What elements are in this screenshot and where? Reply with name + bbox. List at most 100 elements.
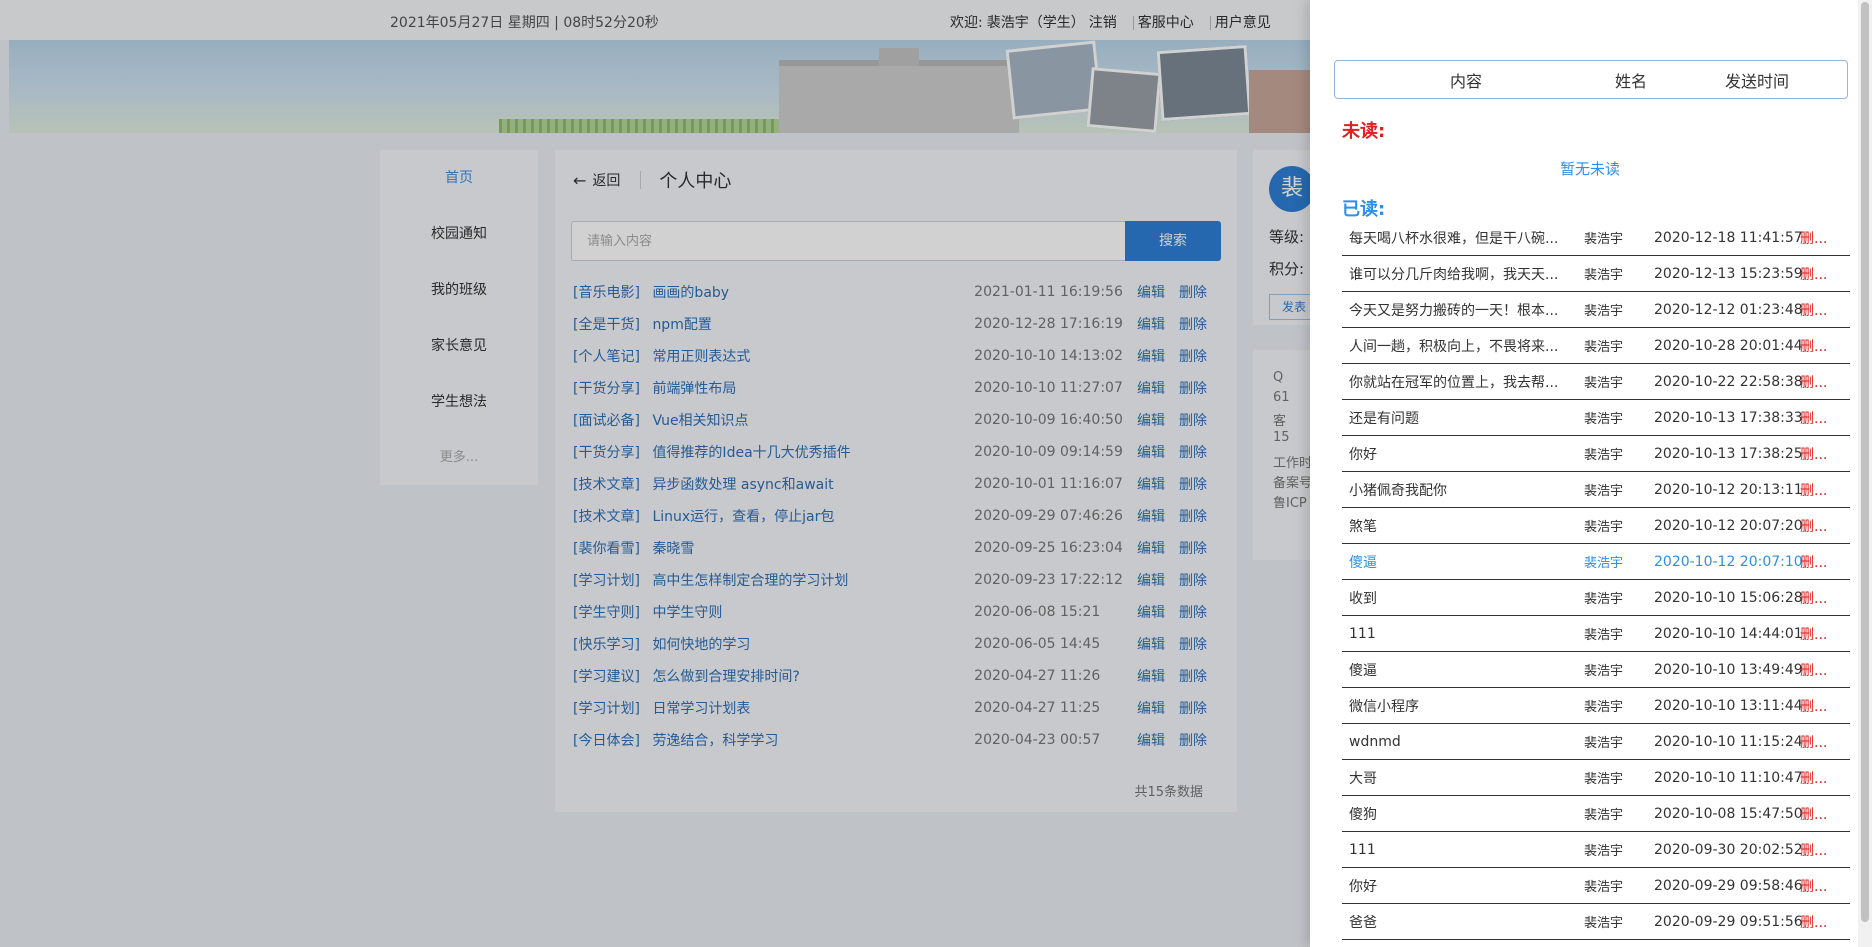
message-sender: 裴浩宇 [1584, 520, 1624, 535]
message-time: 2020-10-22 22:58:38 [1654, 373, 1803, 390]
delete-message-link[interactable]: 删... [1800, 660, 1840, 680]
message-row[interactable]: 傻逼 裴浩宇 2020-10-12 20:07:10 删... [1342, 544, 1850, 580]
message-list: 每天喝八杯水很难，但是干八碗... 裴浩宇 2020-12-18 11:41:57 删… [1342, 220, 1850, 940]
message-row[interactable]: 傻逼 裴浩宇 2020-10-10 13:49:49 删... [1342, 652, 1850, 688]
delete-message-link[interactable]: 删... [1800, 444, 1840, 464]
message-row[interactable]: 今天又是努力搬砖的一天！根本... 裴浩宇 2020-12-12 01:23:48 删… [1342, 292, 1850, 328]
message-content: 微信小程序 [1349, 698, 1419, 715]
message-sender: 裴浩宇 [1584, 376, 1624, 391]
message-row[interactable]: 谁可以分几斤肉给我啊，我天天... 裴浩宇 2020-12-13 15:23:59 删… [1342, 256, 1850, 292]
message-sender: 裴浩宇 [1584, 664, 1624, 679]
message-row[interactable]: 小猪佩奇我配你 裴浩宇 2020-10-12 20:13:11 删... [1342, 472, 1850, 508]
delete-message-link[interactable]: 删... [1800, 588, 1840, 608]
message-sender: 裴浩宇 [1584, 916, 1624, 931]
message-content: 你好 [1349, 446, 1377, 463]
column-content: 内容 [1450, 71, 1483, 91]
message-row[interactable]: 你就站在冠军的位置上，我去帮... 裴浩宇 2020-10-22 22:58:38 删… [1342, 364, 1850, 400]
message-sender: 裴浩宇 [1584, 700, 1624, 715]
message-row[interactable]: 人间一趟，积极向上，不畏将来... 裴浩宇 2020-10-28 20:01:44 删… [1342, 328, 1850, 364]
scrollbar-thumb[interactable] [1861, 2, 1869, 922]
message-time: 2020-10-12 20:07:20 [1654, 517, 1803, 534]
column-time: 发送时间 [1725, 71, 1790, 91]
column-name: 姓名 [1615, 71, 1648, 91]
delete-message-link[interactable]: 删... [1800, 768, 1840, 788]
message-content: 小猪佩奇我配你 [1349, 482, 1447, 499]
message-content: 111 [1349, 625, 1376, 642]
delete-message-link[interactable]: 删... [1800, 732, 1840, 752]
scrollbar[interactable] [1858, 0, 1872, 947]
message-row[interactable]: 收到 裴浩宇 2020-10-10 15:06:28 删... [1342, 580, 1850, 616]
message-content: 今天又是努力搬砖的一天！根本... [1349, 302, 1559, 319]
message-time: 2020-12-18 11:41:57 [1654, 229, 1803, 246]
message-row[interactable]: 爸爸 裴浩宇 2020-09-29 09:51:56 删... [1342, 904, 1850, 940]
message-time: 2020-10-10 13:49:49 [1654, 661, 1803, 678]
unread-label: 未读: [1342, 121, 1386, 142]
message-content: wdnmd [1349, 733, 1401, 750]
message-time: 2020-10-13 17:38:25 [1654, 445, 1803, 462]
message-row[interactable]: wdnmd 裴浩宇 2020-10-10 11:15:24 删... [1342, 724, 1850, 760]
delete-message-link[interactable]: 删... [1800, 264, 1840, 284]
message-content: 每天喝八杯水很难，但是干八碗... [1349, 230, 1559, 247]
message-row[interactable]: 煞笔 裴浩宇 2020-10-12 20:07:20 删... [1342, 508, 1850, 544]
message-time: 2020-09-30 20:02:52 [1654, 841, 1803, 858]
message-row[interactable]: 还是有问题 裴浩宇 2020-10-13 17:38:33 删... [1342, 400, 1850, 436]
message-content: 人间一趟，积极向上，不畏将来... [1349, 338, 1559, 355]
message-time: 2020-10-10 14:44:01 [1654, 625, 1803, 642]
message-row[interactable]: 你好 裴浩宇 2020-09-29 09:58:46 删... [1342, 868, 1850, 904]
message-sender: 裴浩宇 [1584, 268, 1624, 283]
message-content: 爸爸 [1349, 914, 1377, 931]
message-time: 2020-10-08 15:47:50 [1654, 805, 1803, 822]
message-sender: 裴浩宇 [1584, 484, 1624, 499]
delete-message-link[interactable]: 删... [1800, 300, 1840, 320]
delete-message-link[interactable]: 删... [1800, 408, 1840, 428]
message-time: 2020-10-10 15:06:28 [1654, 589, 1803, 606]
message-time: 2020-10-10 11:10:47 [1654, 769, 1803, 786]
message-sender: 裴浩宇 [1584, 412, 1624, 427]
delete-message-link[interactable]: 删... [1800, 228, 1840, 248]
message-row[interactable]: 111 裴浩宇 2020-09-30 20:02:52 删... [1342, 832, 1850, 868]
delete-message-link[interactable]: 删... [1800, 516, 1840, 536]
message-content: 傻逼 [1349, 662, 1377, 679]
message-row[interactable]: 傻狗 裴浩宇 2020-10-08 15:47:50 删... [1342, 796, 1850, 832]
message-row[interactable]: 大哥 裴浩宇 2020-10-10 11:10:47 删... [1342, 760, 1850, 796]
message-row[interactable]: 111 裴浩宇 2020-10-10 14:44:01 删... [1342, 616, 1850, 652]
table-header: 内容 姓名 发送时间 [1334, 60, 1848, 99]
delete-message-link[interactable]: 删... [1800, 804, 1840, 824]
message-sender: 裴浩宇 [1584, 340, 1624, 355]
delete-message-link[interactable]: 删... [1800, 480, 1840, 500]
delete-message-link[interactable]: 删... [1800, 624, 1840, 644]
message-sender: 裴浩宇 [1584, 628, 1624, 643]
message-row[interactable]: 你好 裴浩宇 2020-10-13 17:38:25 删... [1342, 436, 1850, 472]
delete-message-link[interactable]: 删... [1800, 912, 1840, 932]
delete-message-link[interactable]: 删... [1800, 876, 1840, 896]
message-content: 谁可以分几斤肉给我啊，我天天... [1349, 266, 1559, 283]
message-sender: 裴浩宇 [1584, 844, 1624, 859]
message-content: 傻逼 [1349, 554, 1377, 571]
delete-message-link[interactable]: 删... [1800, 336, 1840, 356]
message-time: 2020-10-12 20:07:10 [1654, 553, 1803, 570]
message-time: 2020-09-29 09:58:46 [1654, 877, 1803, 894]
no-unread-text: 暂无未读 [1560, 160, 1621, 178]
message-row[interactable]: 微信小程序 裴浩宇 2020-10-10 13:11:44 删... [1342, 688, 1850, 724]
message-sender: 裴浩宇 [1584, 556, 1624, 571]
message-time: 2020-10-10 11:15:24 [1654, 733, 1803, 750]
message-sender: 裴浩宇 [1584, 808, 1624, 823]
delete-message-link[interactable]: 删... [1800, 840, 1840, 860]
read-label: 已读: [1342, 199, 1386, 220]
delete-message-link[interactable]: 删... [1800, 552, 1840, 572]
message-sender: 裴浩宇 [1584, 304, 1624, 319]
message-row[interactable]: 每天喝八杯水很难，但是干八碗... 裴浩宇 2020-12-18 11:41:57 删… [1342, 220, 1850, 256]
message-time: 2020-12-13 15:23:59 [1654, 265, 1803, 282]
message-sender: 裴浩宇 [1584, 232, 1624, 247]
message-sender: 裴浩宇 [1584, 592, 1624, 607]
message-content: 收到 [1349, 590, 1377, 607]
message-content: 还是有问题 [1349, 410, 1419, 427]
message-sender: 裴浩宇 [1584, 772, 1624, 787]
message-content: 你就站在冠军的位置上，我去帮... [1349, 374, 1559, 391]
message-sender: 裴浩宇 [1584, 448, 1624, 463]
message-content: 傻狗 [1349, 806, 1377, 823]
delete-message-link[interactable]: 删... [1800, 372, 1840, 392]
message-sender: 裴浩宇 [1584, 880, 1624, 895]
message-time: 2020-10-13 17:38:33 [1654, 409, 1803, 426]
delete-message-link[interactable]: 删... [1800, 696, 1840, 716]
